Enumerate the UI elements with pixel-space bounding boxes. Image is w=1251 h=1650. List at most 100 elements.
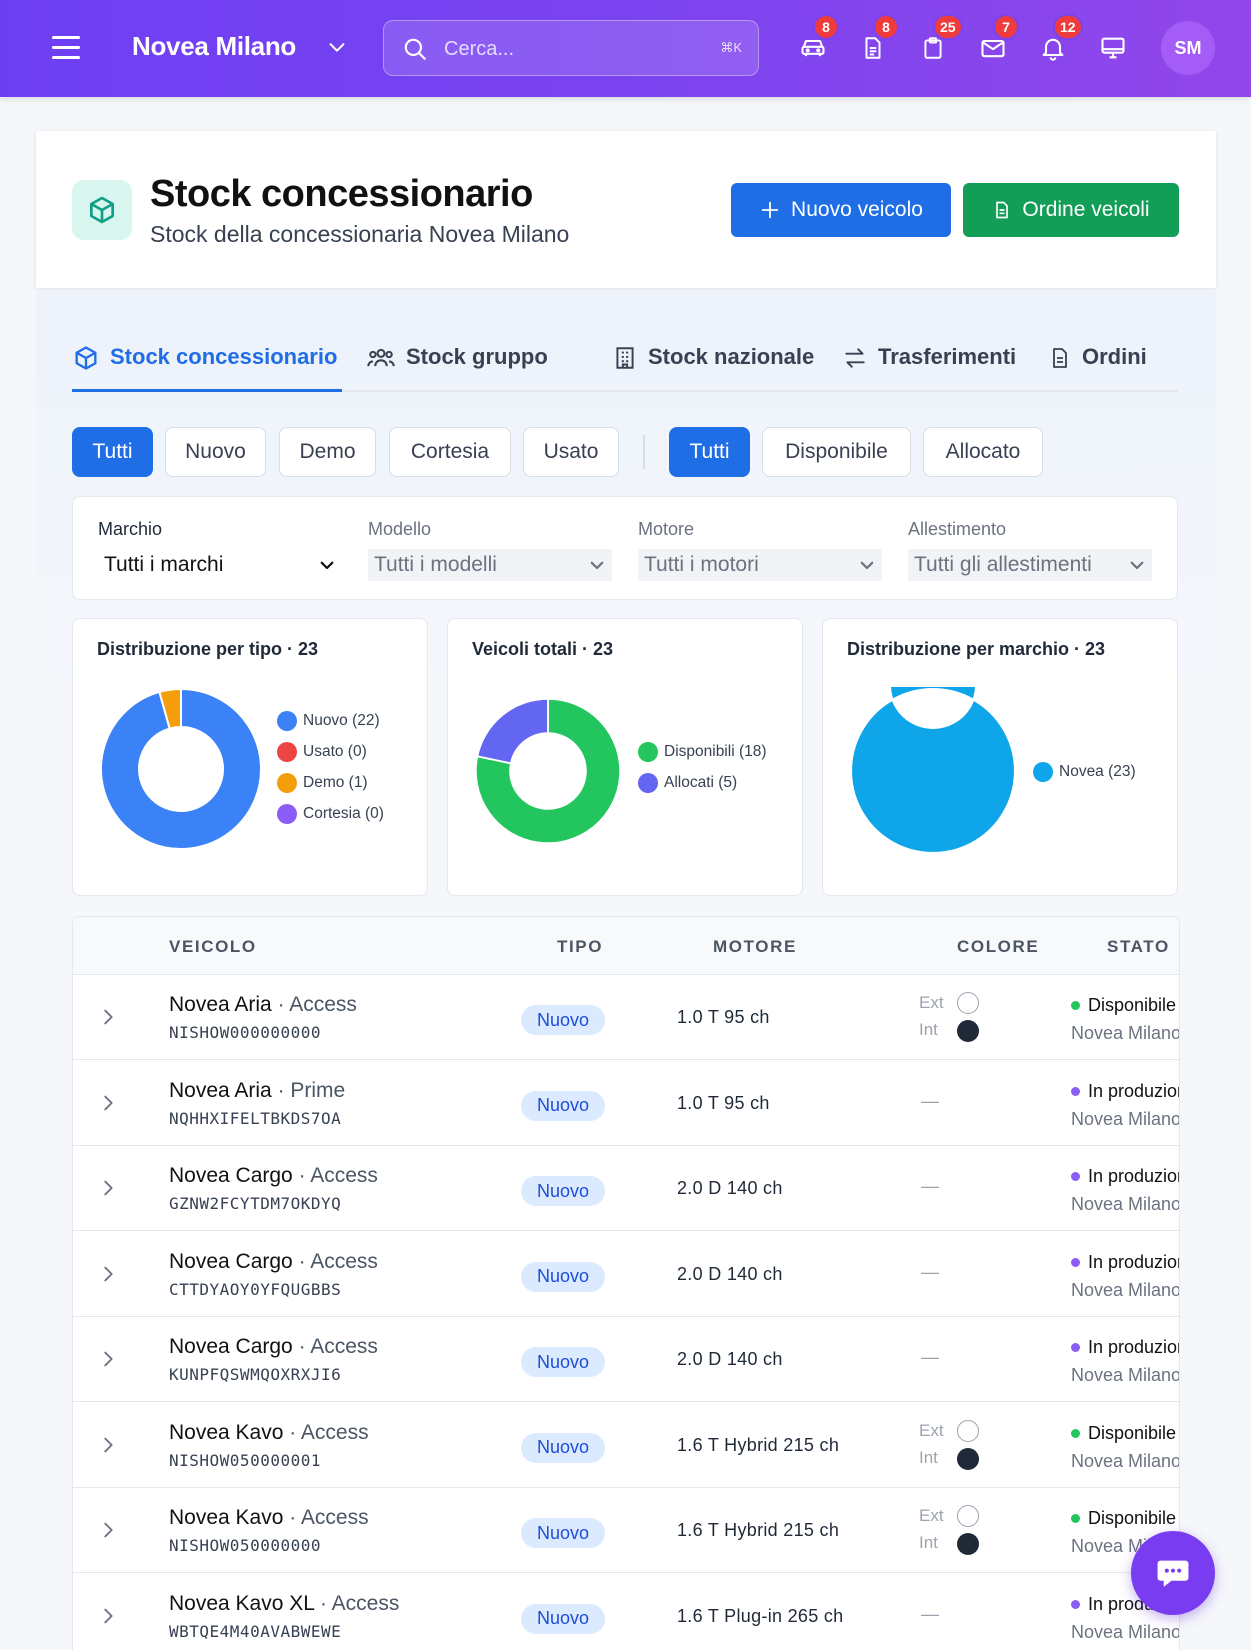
tab-stock-nazionale[interactable]: Stock nazionale <box>612 340 814 392</box>
table-row[interactable]: Novea Kavo · Access NISHOW050000001 Nuovo 1… <box>73 1403 1179 1488</box>
status-dot <box>1071 1086 1080 1096</box>
chat-button[interactable] <box>1131 1531 1215 1615</box>
vehicle-name[interactable]: Novea Kavo · Access <box>169 1506 369 1530</box>
table-row[interactable]: Novea Kavo XL · Access WBTQE4M40AVABWEWE N… <box>73 1574 1179 1650</box>
chart-card-tipo: Distribuzione per tipo · 23 Nuovo (22) Us… <box>72 618 428 896</box>
table-row[interactable]: Novea Aria · Prime NQHHXIFELTBKDS7OA Nuovo… <box>73 1061 1179 1146</box>
motore-value: 1.6 T Hybrid 215 ch <box>677 1434 840 1455</box>
vehicle-vin: NISHOW050000000 <box>169 1536 321 1555</box>
tab-stock-concessionario[interactable]: Stock concessionario <box>72 340 342 392</box>
user-avatar[interactable]: SM <box>1161 21 1215 75</box>
bell-icon[interactable]: 12 <box>1035 14 1083 66</box>
monitor-icon[interactable] <box>1095 30 1131 66</box>
vehicle-model: Novea Aria <box>169 993 272 1016</box>
mail-badge: 7 <box>993 14 1019 40</box>
motore-value: 1.6 T Hybrid 215 ch <box>677 1520 840 1540</box>
chevron-right-icon[interactable] <box>97 1092 119 1114</box>
legend-item[interactable]: Disponibili (18) <box>638 736 767 767</box>
chart-title: Distribuzione per marchio · 23 <box>847 639 1106 659</box>
tab-stock-gruppo[interactable]: Stock gruppo <box>366 340 548 392</box>
top-bar: Novea Milano ⌘K 8 8 25 7 12 SM <box>0 0 1251 97</box>
filter-status-tutti[interactable]: Tutti <box>669 427 750 477</box>
chevron-down-icon[interactable] <box>326 36 348 58</box>
status-dot <box>1071 1001 1080 1010</box>
menu-icon[interactable] <box>52 36 80 60</box>
filter-type-tutti[interactable]: Tutti <box>72 427 153 477</box>
motore-label: Motore <box>638 519 695 539</box>
chart-legend: Disponibili (18) Allocati (5) <box>638 736 767 798</box>
table-row[interactable]: Novea Aria · Access NISHOW000000000 Nuovo 1… <box>73 975 1179 1060</box>
modello-select[interactable]: Tutti i modelli <box>368 549 612 581</box>
legend-item[interactable]: Demo (1) <box>277 767 384 798</box>
legend-label: Cortesia (0) <box>303 804 384 822</box>
chevron-right-icon[interactable] <box>97 1348 119 1370</box>
search-box[interactable]: ⌘K <box>383 20 759 76</box>
allestimento-select[interactable]: Tutti gli allestimenti <box>908 549 1152 581</box>
legend-item[interactable]: Novea (23) <box>1033 756 1136 787</box>
table-row[interactable]: Novea Kavo · Access NISHOW050000000 Nuovo 1… <box>73 1488 1179 1573</box>
chart-card-totali: Veicoli totali · 23 Disponibili (18) Allo… <box>447 618 803 896</box>
int-color-swatch <box>957 1533 979 1555</box>
legend-item[interactable]: Usato (0) <box>277 736 384 767</box>
column-header-motore[interactable]: MOTORE <box>713 937 797 957</box>
table-row[interactable]: Novea Cargo · Access GZNW2FCYTDM7OKDYQ Nuo… <box>73 1146 1179 1231</box>
filter-type-nuovo[interactable]: Nuovo <box>165 427 266 477</box>
donut-slice[interactable] <box>850 687 1016 854</box>
chevron-right-icon[interactable] <box>97 1434 119 1456</box>
cube-icon <box>75 346 97 370</box>
donut-slice[interactable] <box>476 697 549 765</box>
document-icon[interactable]: 8 <box>855 14 899 66</box>
new-vehicle-button[interactable]: Nuovo veicolo <box>731 183 951 237</box>
table-row[interactable]: Novea Cargo · Access KUNPFQSWMQOXRXJI6 Nuo… <box>73 1317 1180 1402</box>
tipo-badge: Nuovo <box>521 1090 605 1121</box>
legend-swatch <box>277 772 297 793</box>
tab-ordini[interactable]: Ordini <box>1048 340 1147 392</box>
search-icon <box>404 38 426 60</box>
clipboard-badge: 25 <box>933 14 963 40</box>
vehicle-vin: KUNPFQSWMQOXRXJI6 <box>169 1365 342 1384</box>
column-header-colore[interactable]: COLORE <box>957 937 1039 957</box>
mail-icon[interactable]: 7 <box>975 14 1019 66</box>
chevron-right-icon[interactable] <box>97 1519 119 1541</box>
column-header-stato[interactable]: STATO <box>1107 937 1170 957</box>
marchio-select[interactable]: Tutti i marchi <box>98 549 342 581</box>
clipboard-icon[interactable]: 25 <box>915 14 963 66</box>
vehicle-name[interactable]: Novea Cargo · Access <box>169 1164 378 1188</box>
vehicle-name[interactable]: Novea Aria · Access <box>169 993 357 1017</box>
car-icon[interactable]: 8 <box>795 14 839 66</box>
vehicle-name[interactable]: Novea Cargo · Access <box>169 1250 378 1274</box>
legend-item[interactable]: Allocati (5) <box>638 767 767 798</box>
filter-status-allocato[interactable]: Allocato <box>923 427 1043 477</box>
vehicle-trim: · Access <box>271 993 357 1016</box>
chevron-right-icon[interactable] <box>97 1006 119 1028</box>
motore-value: 2.0 D 140 ch <box>677 1178 783 1198</box>
vehicle-name[interactable]: Novea Kavo · Access <box>169 1421 369 1445</box>
legend-item[interactable]: Nuovo (22) <box>277 705 384 736</box>
motore-select[interactable]: Tutti i motori <box>638 549 882 581</box>
vehicle-name[interactable]: Novea Aria · Prime <box>169 1079 345 1103</box>
filter-type-demo[interactable]: Demo <box>279 427 376 477</box>
legend-item[interactable]: Cortesia (0) <box>277 798 384 829</box>
dealer-name[interactable]: Novea Milano <box>132 31 296 62</box>
table-row[interactable]: Novea Cargo · Access CTTDYAOY0YFQUGBBS Nuo… <box>73 1232 1179 1317</box>
column-header-tipo[interactable]: TIPO <box>557 937 603 957</box>
tipo-badge: Nuovo <box>521 1005 605 1035</box>
vehicle-name[interactable]: Novea Kavo XL · Access <box>169 1592 399 1616</box>
search-input[interactable] <box>444 33 684 65</box>
filter-type-usato[interactable]: Usato <box>523 427 619 477</box>
tab-trasferimenti[interactable]: Trasferimenti <box>842 340 1016 392</box>
vehicle-name[interactable]: Novea Cargo · Access <box>169 1335 378 1359</box>
vehicle-model: Novea Kavo <box>169 1420 284 1444</box>
stato-location: Novea Milano <box>1071 1365 1180 1385</box>
tab-label: Stock nazionale <box>648 344 815 369</box>
filter-status-disponibile[interactable]: Disponibile <box>762 427 911 477</box>
filter-type-cortesia[interactable]: Cortesia <box>389 427 511 477</box>
vehicle-vin: NISHOW050000001 <box>169 1450 321 1470</box>
column-header-veicolo[interactable]: VEICOLO <box>169 937 257 957</box>
stato-text: In produzione <box>1088 1166 1179 1186</box>
chevron-right-icon[interactable] <box>97 1177 119 1199</box>
tab-label: Ordini <box>1082 344 1147 369</box>
order-vehicles-button[interactable]: Ordine veicoli <box>963 183 1179 237</box>
chevron-right-icon[interactable] <box>97 1263 119 1285</box>
chevron-right-icon[interactable] <box>97 1605 119 1627</box>
